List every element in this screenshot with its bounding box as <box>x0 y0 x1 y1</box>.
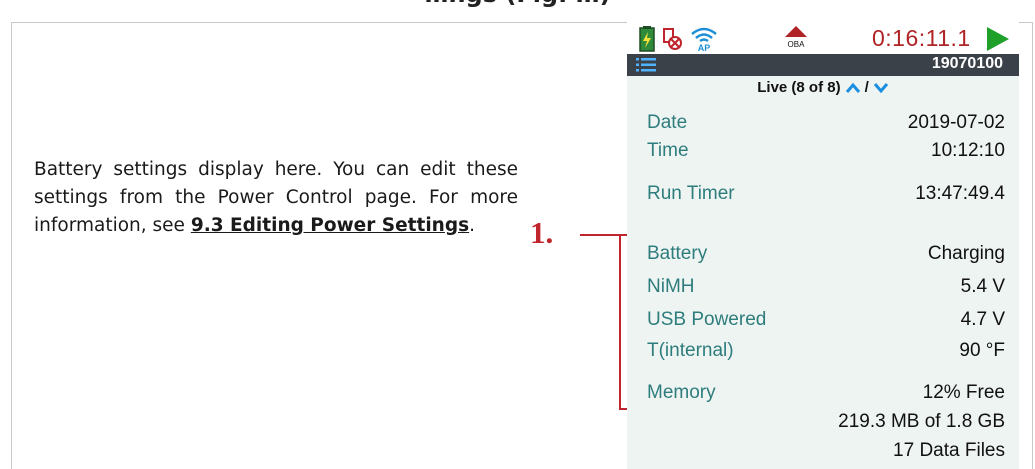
page-heading: …ngs (Fig. …) <box>0 0 1035 22</box>
row-nimh: NiMH 5.4 V <box>647 276 1005 304</box>
status-bar: AP OBA 0:16:11.1 <box>627 22 1019 54</box>
row-key: USB Powered <box>647 309 767 330</box>
row-value: 2019-07-02 <box>907 112 1005 133</box>
row-value: 4.7 V <box>960 309 1005 330</box>
wifi-ap-icon: AP <box>691 27 717 52</box>
row-memory: Memory 12% Free <box>647 382 1005 410</box>
row-key: Run Timer <box>647 183 735 204</box>
row-key: Date <box>647 112 688 133</box>
title-bar: 19070100 <box>627 54 1019 76</box>
pager-separator: / <box>864 79 869 96</box>
row-value: 13:47:49.4 <box>915 183 1005 204</box>
row-value: 90 °F <box>959 340 1005 361</box>
oba-house-icon <box>785 26 807 37</box>
page-navigator: Live (8 of 8) / <box>627 79 1019 101</box>
row-value: 12% Free <box>922 382 1005 403</box>
description-paragraph: Battery settings display here. You can e… <box>34 156 518 240</box>
callout-leader-line <box>580 234 620 236</box>
row-value: 10:12:10 <box>931 140 1005 161</box>
row-t-internal: T(internal) 90 °F <box>647 340 1005 368</box>
row-value: 17 Data Files <box>893 440 1005 461</box>
row-date: Date 2019-07-02 <box>647 112 1005 140</box>
play-icon[interactable] <box>987 27 1009 51</box>
status-icons: AP <box>637 26 737 52</box>
row-key: Time <box>647 140 689 161</box>
row-value: Charging <box>927 243 1005 264</box>
device-screen: AP OBA 0:16:11.1 19070100 Live (8 of 8) … <box>627 22 1019 469</box>
row-key: NiMH <box>647 276 695 297</box>
pager-label: Live (8 of 8) <box>757 79 841 96</box>
callout-number: 1. <box>530 215 554 250</box>
editing-power-settings-link[interactable]: 9.3 Editing Power Settings <box>191 215 469 236</box>
oba-label: OBA <box>787 40 805 49</box>
callout-bracket-vertical <box>619 234 621 410</box>
row-battery: Battery Charging <box>647 243 1005 271</box>
chevron-down-icon[interactable] <box>873 81 889 95</box>
row-time: Time 10:12:10 <box>647 140 1005 168</box>
row-value: 5.4 V <box>960 276 1005 297</box>
elapsed-clock: 0:16:11.1 <box>872 25 971 51</box>
row-key: Battery <box>647 243 708 264</box>
row-value: 219.3 MB of 1.8 GB <box>838 411 1005 432</box>
row-key: T(internal) <box>647 340 734 361</box>
device-serial: 19070100 <box>931 55 1003 72</box>
row-usb-powered: USB Powered 4.7 V <box>647 309 1005 337</box>
battery-charging-icon <box>639 26 655 52</box>
row-memory-usage: 219.3 MB of 1.8 GB <box>647 411 1005 439</box>
oba-indicator: OBA <box>781 25 811 51</box>
description-trailing: . <box>469 215 475 236</box>
usb-disconnected-icon <box>663 28 682 50</box>
menu-icon[interactable] <box>636 57 656 73</box>
row-data-files: 17 Data Files <box>647 440 1005 468</box>
svg-text:AP: AP <box>698 43 711 52</box>
chevron-up-icon[interactable] <box>845 81 861 95</box>
row-run-timer: Run Timer 13:47:49.4 <box>647 183 1005 211</box>
row-key: Memory <box>647 382 716 403</box>
